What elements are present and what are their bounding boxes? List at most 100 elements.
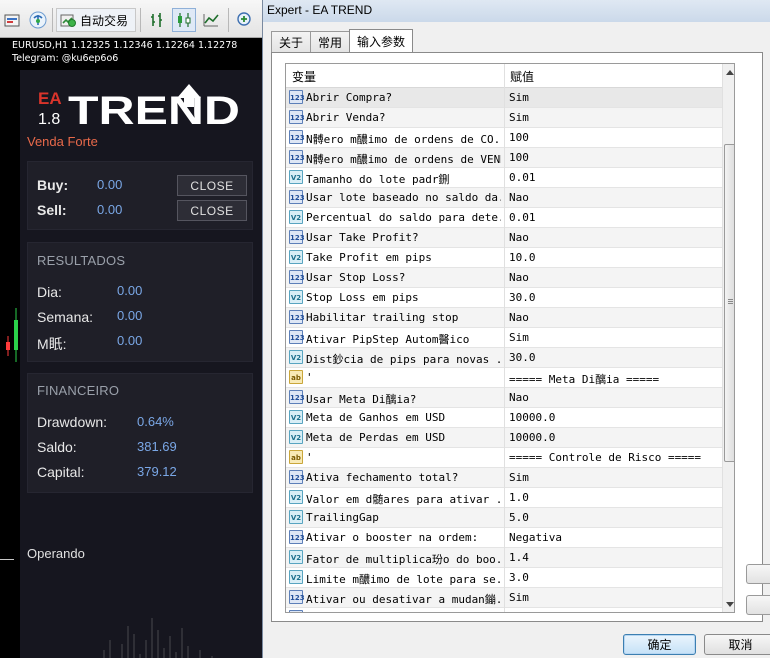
candlestick-chart-icon[interactable]: [172, 8, 196, 32]
table-row[interactable]: 123 N髆ero m醲imo de ordens de CO... 100: [286, 128, 734, 148]
tab-inputs[interactable]: 输入参数: [349, 29, 414, 52]
parameter-value[interactable]: 0.01: [509, 211, 536, 224]
parameter-value[interactable]: Sim: [509, 591, 529, 604]
table-row[interactable]: ab ' ===== Controle de Risco =====: [286, 448, 734, 468]
table-row[interactable]: 123 Abrir Compra? Sim: [286, 88, 734, 108]
cancel-button[interactable]: 取消: [704, 634, 770, 655]
close-buy-button[interactable]: CLOSE: [177, 175, 247, 196]
tab-common[interactable]: 常用: [310, 31, 351, 52]
close-sell-button[interactable]: CLOSE: [177, 200, 247, 221]
grid-scrollbar[interactable]: [722, 64, 734, 612]
table-row[interactable]: V2 Meta de Perdas em USD 10000.0: [286, 428, 734, 448]
parameter-value[interactable]: Sim: [509, 91, 529, 104]
table-row[interactable]: 123 Usar Meta Di醨ia? Nao: [286, 388, 734, 408]
line-chart-icon[interactable]: [200, 8, 222, 32]
bar-chart-icon[interactable]: [146, 8, 168, 32]
parameter-name: Ativa fechamento total?: [306, 471, 459, 484]
table-row[interactable]: 123 N髆ero m醲imo de ordens de VENDA 100: [286, 148, 734, 168]
parameter-value[interactable]: 30.0: [509, 291, 536, 304]
column-divider[interactable]: [504, 64, 505, 88]
scroll-thumb[interactable]: [724, 144, 734, 462]
column-header-variable[interactable]: 变量: [292, 68, 316, 85]
table-row[interactable]: V2 Tamanho do lote padr鉶 0.01: [286, 168, 734, 188]
table-row[interactable]: 123 Usar Take Profit? Nao: [286, 228, 734, 248]
int-type-icon: 123: [289, 150, 305, 164]
parameter-value[interactable]: ===== Meta Di醨ia =====: [509, 371, 659, 387]
parameter-value[interactable]: 30.0: [509, 351, 536, 364]
parameter-value[interactable]: 10000.0: [509, 411, 555, 424]
dialog-titlebar[interactable]: Expert - EA TREND: [263, 0, 770, 22]
parameter-value[interactable]: 3.0: [509, 571, 529, 584]
parameter-value[interactable]: 10.0: [509, 251, 536, 264]
parameter-value[interactable]: 100: [509, 151, 529, 164]
parameter-value[interactable]: Sim: [509, 331, 529, 344]
parameter-name: N髆ero m醲imo de ordens de CO...: [306, 133, 501, 146]
dia-value: 0.00: [117, 283, 143, 298]
table-row[interactable]: V2 Percentual do saldo para dete... 0.01: [286, 208, 734, 228]
table-row[interactable]: 123 Usar Stop Loss? Nao: [286, 268, 734, 288]
parameter-value[interactable]: Sim: [509, 471, 529, 484]
capital-label: Capital:: [37, 464, 85, 480]
table-row[interactable]: ab ' ===== Meta Di醨ia =====: [286, 368, 734, 388]
zoom-in-icon[interactable]: [234, 8, 256, 32]
status-marker-line: [0, 559, 14, 560]
table-row[interactable]: V2 Fator de multiplica玢o do boo... 1.4: [286, 548, 734, 568]
column-header-value[interactable]: 赋值: [510, 68, 534, 85]
parameter-name: Stop Loss em pips: [306, 291, 419, 304]
table-row[interactable]: V2 Meta de Ganhos em USD 10000.0: [286, 408, 734, 428]
table-row[interactable]: 123Ativar o trailing do Gap... Nao: [286, 608, 734, 612]
parameter-value[interactable]: 10000.0: [509, 431, 555, 444]
table-row[interactable]: 123 Abrir Venda? Sim: [286, 108, 734, 128]
save-button[interactable]: [746, 595, 770, 615]
table-row[interactable]: 123 Ativar ou desativar a mudan鏰... Sim: [286, 588, 734, 608]
int-type-icon: 123: [289, 190, 305, 204]
tab-about[interactable]: 关于: [271, 31, 312, 52]
parameter-value[interactable]: 5.0: [509, 511, 529, 524]
ok-button[interactable]: 确定: [623, 634, 696, 655]
dbl-type-icon: V2: [289, 490, 303, 504]
parameter-value[interactable]: 0.01: [509, 171, 536, 184]
parameter-value[interactable]: Nao: [509, 231, 529, 244]
table-row[interactable]: V2 Stop Loss em pips 30.0: [286, 288, 734, 308]
table-row[interactable]: V2 Take Profit em pips 10.0: [286, 248, 734, 268]
table-row[interactable]: V2 Dist鈔cia de pips para novas ... 30.0: [286, 348, 734, 368]
parameter-value[interactable]: Nao: [509, 391, 529, 404]
scroll-down-arrow-icon[interactable]: [723, 596, 734, 612]
parameter-name: ': [306, 371, 313, 384]
load-button[interactable]: [746, 564, 770, 584]
table-row[interactable]: V2 Valor em d髄ares para ativar ... 1.0: [286, 488, 734, 508]
dbl-type-icon: V2: [289, 510, 303, 524]
int-type-icon: 123: [289, 310, 305, 324]
parameter-value[interactable]: Negativa: [509, 531, 562, 544]
parameter-value[interactable]: Nao: [509, 271, 529, 284]
chart-window-icon[interactable]: [2, 8, 22, 32]
positions-card: Buy: 0.00 CLOSE Sell: 0.00 CLOSE: [27, 161, 253, 230]
volume-bars: [103, 618, 213, 658]
int-type-icon: 123: [289, 130, 305, 144]
table-row[interactable]: 123 Usar lote baseado no saldo da... Nao: [286, 188, 734, 208]
ea-trend-logo: EA 1.8 TREND: [38, 84, 240, 128]
parameter-value[interactable]: Nao: [509, 311, 529, 324]
parameter-value[interactable]: 1.0: [509, 491, 529, 504]
parameter-value[interactable]: Sim: [509, 111, 529, 124]
parameter-value[interactable]: 100: [509, 131, 529, 144]
parameter-name: Abrir Compra?: [306, 91, 393, 104]
table-row[interactable]: 123 Ativar PipStep Autom醫ico Sim: [286, 328, 734, 348]
parameter-value[interactable]: Nao: [509, 191, 529, 204]
sell-label: Sell:: [37, 202, 67, 218]
price-chart[interactable]: EURUSD,H1 1.12325 1.12346 1.12264 1.1227…: [0, 38, 262, 658]
dbl-type-icon: V2: [289, 410, 303, 424]
parameter-value[interactable]: 1.4: [509, 551, 529, 564]
table-row[interactable]: 123 Ativa fechamento total? Sim: [286, 468, 734, 488]
table-row[interactable]: V2 Limite m醲imo de lote para se... 3.0: [286, 568, 734, 588]
table-row[interactable]: 123 Ativar o booster na ordem: Negativa: [286, 528, 734, 548]
scroll-up-arrow-icon[interactable]: [723, 64, 734, 80]
table-row[interactable]: V2 TrailingGap 5.0: [286, 508, 734, 528]
signal-antenna-icon[interactable]: [26, 8, 50, 32]
parameter-value[interactable]: ===== Controle de Risco =====: [509, 451, 701, 464]
parameter-value[interactable]: Nao: [509, 611, 529, 612]
terminal-toolbar: 自动交易: [0, 0, 262, 38]
table-row[interactable]: 123 Habilitar trailing stop Nao: [286, 308, 734, 328]
autotrade-button[interactable]: 自动交易: [56, 8, 136, 32]
toolbar-separator: [140, 8, 141, 32]
